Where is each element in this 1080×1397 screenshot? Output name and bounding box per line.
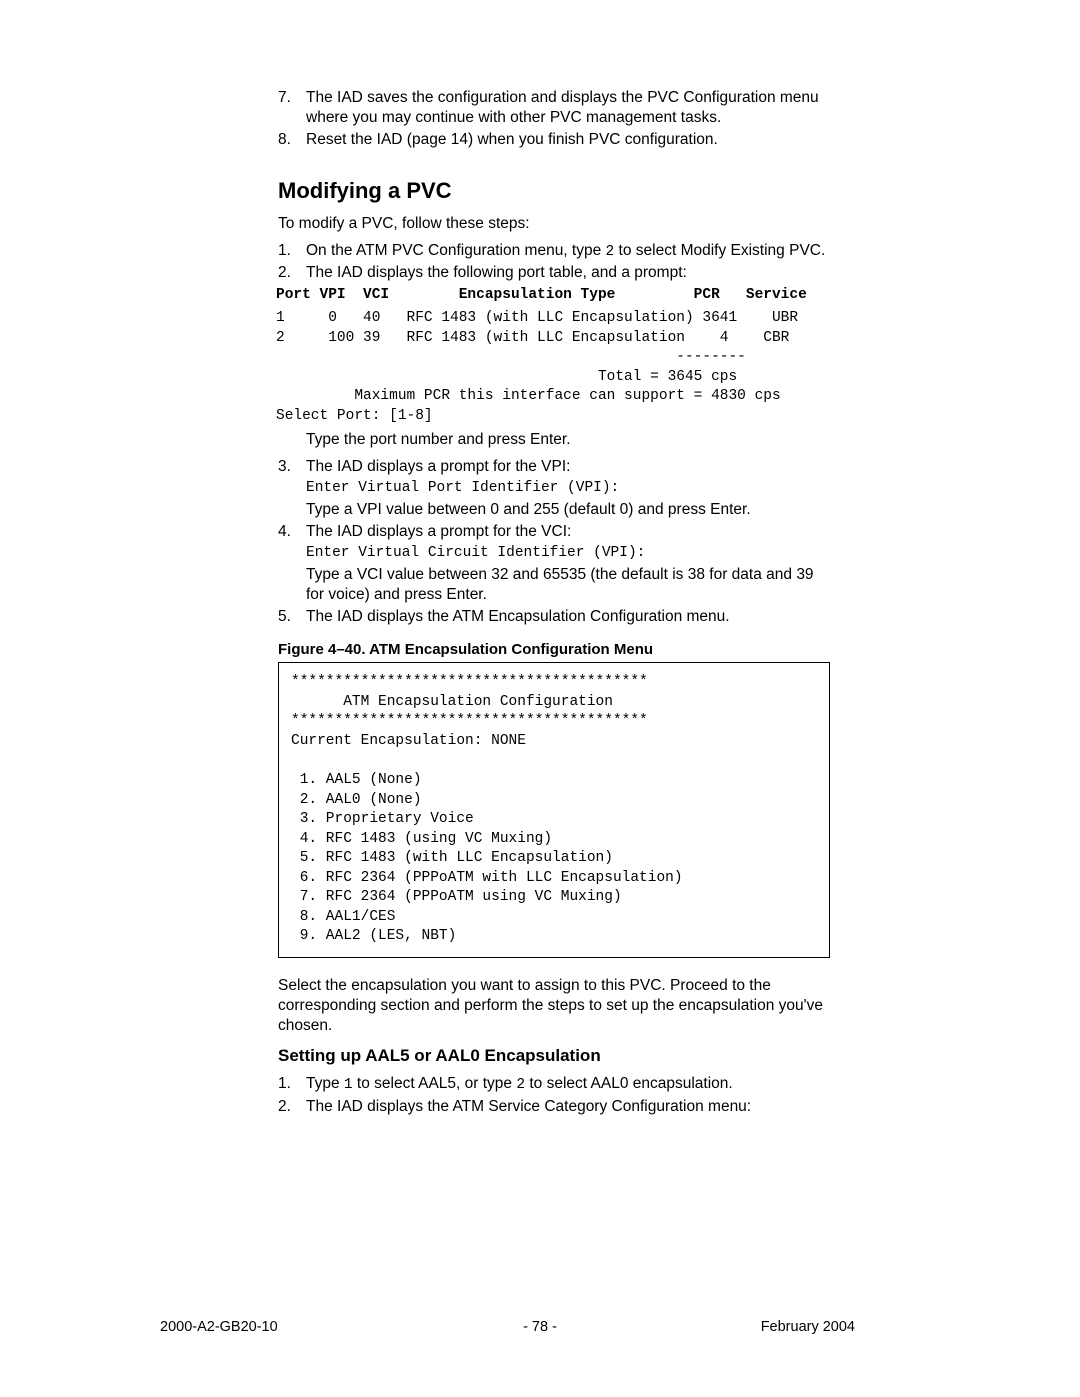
port-table-body: 1 0 40 RFC 1483 (with LLC Encapsulation)… [276,309,830,426]
list-number: 8. [278,130,306,150]
list-text: The IAD displays the ATM Service Categor… [306,1097,830,1117]
list-number: 5. [278,607,306,627]
list-item: 8. Reset the IAD (page 14) when you fini… [278,130,830,150]
list-number: 2. [278,1097,306,1117]
text-suffix: to select Modify Existing PVC. [614,242,825,259]
list-text: On the ATM PVC Configuration menu, type … [306,241,830,262]
list-text: The IAD displays a prompt for the VCI: [306,522,830,542]
list-item: 5. The IAD displays the ATM Encapsulatio… [278,607,830,627]
list-text: Reset the IAD (page 14) when you finish … [306,130,830,150]
footer-right: February 2004 [761,1319,855,1335]
paragraph: Select the encapsulation you want to ass… [278,976,830,1036]
figure-caption: Figure 4–40. ATM Encapsulation Configura… [278,641,830,658]
text-prefix: Type [306,1075,344,1092]
footer-page-number: - 78 - [523,1319,557,1335]
section-lead: To modify a PVC, follow these steps: [278,214,830,234]
list-item: 4. The IAD displays a prompt for the VCI… [278,522,830,605]
text-mid: to select AAL5, or type [353,1075,517,1092]
list-body: The IAD displays a prompt for the VCI: E… [306,522,830,605]
list-number: 1. [278,241,306,262]
list-number: 1. [278,1074,306,1095]
list-text: The IAD saves the configuration and disp… [306,88,830,128]
inline-code: 1 [344,1077,353,1093]
step-tail: Type a VCI value between 32 and 65535 (t… [306,565,830,605]
section-heading: Modifying a PVC [278,178,830,204]
list-number: 7. [278,88,306,128]
list-text: The IAD displays a prompt for the VPI: [306,457,830,477]
text-prefix: On the ATM PVC Configuration menu, type [306,242,606,259]
list-item: 1. Type 1 to select AAL5, or type 2 to s… [278,1074,830,1095]
inline-code: 2 [516,1077,525,1093]
list-number: 3. [278,457,306,520]
step-tail: Type a VPI value between 0 and 255 (defa… [306,500,830,520]
sub-heading: Setting up AAL5 or AAL0 Encapsulation [278,1046,830,1066]
list-number: 4. [278,522,306,605]
list-item: 3. The IAD displays a prompt for the VPI… [278,457,830,520]
figure-box: ****************************************… [278,662,830,958]
list-number: 2. [278,263,306,283]
list-body: The IAD displays a prompt for the VPI: E… [306,457,830,520]
list-item: 2. The IAD displays the ATM Service Cate… [278,1097,830,1117]
port-table-header: Port VPI VCI Encapsulation Type PCR Serv… [276,286,830,306]
step-tail: Type the port number and press Enter. [306,430,830,450]
inline-code: 2 [606,244,615,260]
list-text: Type 1 to select AAL5, or type 2 to sele… [306,1074,830,1095]
list-text: The IAD displays the following port tabl… [306,263,830,283]
list-item: 2. The IAD displays the following port t… [278,263,830,283]
footer-left: 2000-A2-GB20-10 [160,1319,278,1335]
code-line: Enter Virtual Port Identifier (VPI): [306,479,830,498]
list-item: 1. On the ATM PVC Configuration menu, ty… [278,241,830,262]
text-suffix: to select AAL0 encapsulation. [525,1075,733,1092]
list-item: 7. The IAD saves the configuration and d… [278,88,830,128]
list-text: The IAD displays the ATM Encapsulation C… [306,607,830,627]
page-footer: 2000-A2-GB20-10 - 78 - February 2004 [0,1319,1080,1335]
code-line: Enter Virtual Circuit Identifier (VPI): [306,544,830,563]
